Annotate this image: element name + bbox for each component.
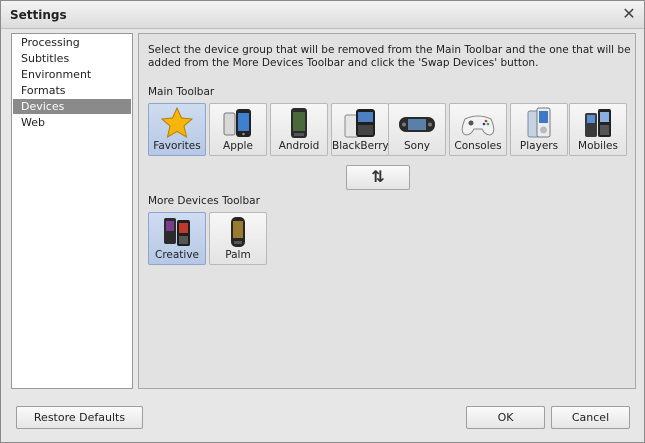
settings-window: Settings ✕ Processing Subtitles Environm… [0,0,645,443]
media-player-icon [527,107,551,138]
window-title: Settings [10,8,67,22]
settings-sidebar: Processing Subtitles Environment Formats… [11,33,133,389]
devices-panel: Select the device group that will be rem… [138,33,636,389]
mobile-phone-icon [585,109,611,137]
swap-devices-button[interactable]: ⇅ [346,165,410,190]
device-sony[interactable]: Sony [388,103,446,156]
sidebar-item-subtitles[interactable]: Subtitles [13,51,131,66]
device-label: Consoles [454,140,502,152]
sidebar-item-formats[interactable]: Formats [13,83,131,98]
device-label: Players [519,140,559,152]
device-label: Sony [404,140,430,152]
main-toolbar-label: Main Toolbar [148,86,215,98]
title-bar: Settings ✕ [1,1,644,29]
device-mobiles[interactable]: Mobiles [569,103,627,156]
device-label: Creative [154,249,200,261]
cancel-button[interactable]: Cancel [551,406,630,429]
more-devices-toolbar-label: More Devices Toolbar [148,195,260,207]
psp-icon [399,117,435,132]
instructions-text: Select the device group that will be rem… [148,44,631,69]
sidebar-item-web[interactable]: Web [13,115,131,130]
device-label: Mobiles [578,140,618,152]
device-label: Android [278,140,320,152]
blackberry-icon [344,109,375,138]
android-phone-icon [291,108,307,138]
device-consoles[interactable]: Consoles [449,103,507,156]
device-blackberry[interactable]: BlackBerry [331,103,389,156]
restore-defaults-button[interactable]: Restore Defaults [16,406,143,429]
close-icon[interactable]: ✕ [620,5,638,23]
device-creative[interactable]: Creative [148,212,206,265]
device-android[interactable]: Android [270,103,328,156]
sidebar-item-devices[interactable]: Devices [13,99,131,114]
device-label: Palm [225,249,251,261]
iphone-icon [223,109,251,137]
creative-player-icon [164,218,190,246]
device-label: BlackBerry [332,140,389,152]
device-favorites[interactable]: Favorites [148,103,206,156]
sidebar-item-processing[interactable]: Processing [13,35,131,50]
palm-phone-icon [231,217,245,247]
ok-button[interactable]: OK [466,406,545,429]
device-players[interactable]: Players [510,103,568,156]
gamepad-icon [461,115,495,136]
device-label: Apple [223,140,253,152]
star-icon [160,107,194,139]
device-palm[interactable]: Palm [209,212,267,265]
sidebar-item-environment[interactable]: Environment [13,67,131,82]
device-apple[interactable]: Apple [209,103,267,156]
device-label: Favorites [153,140,201,152]
